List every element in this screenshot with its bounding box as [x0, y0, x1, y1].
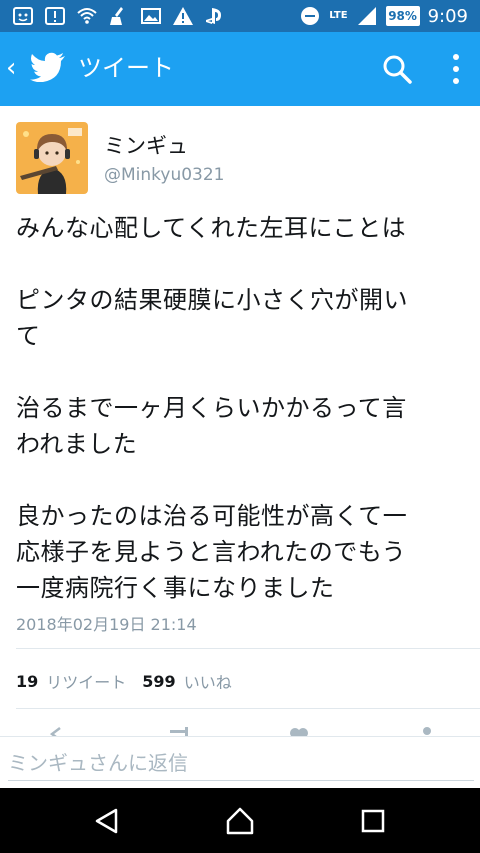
retweet-label[interactable]: リツイート	[46, 669, 126, 693]
heart-icon[interactable]	[288, 726, 310, 736]
status-bar: LTE 98% 9:09	[0, 0, 480, 32]
display-name[interactable]: ミンギュ	[104, 130, 188, 160]
lte-indicator: LTE	[329, 10, 348, 21]
nav-back-icon[interactable]	[92, 806, 122, 836]
alert-notification-icon	[44, 5, 66, 27]
do-not-disturb-icon	[299, 5, 321, 27]
tweet-timestamp: 2018年02月19日 21:14	[16, 615, 197, 634]
like-label[interactable]: いいね	[184, 669, 232, 693]
tweet-actions	[0, 722, 480, 736]
status-notifications	[12, 5, 226, 27]
reply-bar	[0, 736, 480, 788]
share-icon[interactable]	[412, 726, 434, 736]
nav-recents-icon[interactable]	[358, 806, 388, 836]
status-system: LTE 98% 9:09	[299, 4, 468, 28]
navigation-bar	[0, 788, 480, 853]
more-options-icon[interactable]	[446, 52, 466, 86]
reply-icon[interactable]	[49, 726, 72, 736]
clock: 9:09	[427, 5, 468, 27]
search-icon[interactable]	[382, 54, 412, 84]
twitter-bird-icon[interactable]	[30, 52, 66, 84]
cleaner-icon	[108, 5, 130, 27]
retweet-icon[interactable]	[168, 726, 190, 736]
divider	[16, 648, 480, 649]
user-handle[interactable]: @Minkyu0321	[104, 165, 225, 185]
signal-icon	[356, 5, 378, 27]
messenger-notification-icon	[12, 5, 34, 27]
nav-home-icon[interactable]	[225, 806, 255, 836]
playstation-icon	[204, 5, 226, 27]
divider	[16, 708, 480, 709]
wifi-icon	[76, 5, 98, 27]
like-count[interactable]: 599	[142, 672, 175, 691]
app-bar: ‹ ツイート	[0, 32, 480, 106]
gallery-icon	[140, 5, 162, 27]
tweet-stats: 19 リツイート 599 いいね	[16, 669, 248, 693]
retweet-count[interactable]: 19	[16, 672, 38, 691]
reply-input[interactable]	[8, 745, 474, 781]
warning-icon	[172, 5, 194, 27]
page-title: ツイート	[78, 54, 174, 82]
avatar[interactable]	[16, 122, 88, 194]
back-chevron-icon[interactable]: ‹	[6, 52, 22, 84]
tweet-text: みんな心配してくれた左耳にことは ピンタの結果硬膜に小さく穴が開い て 治るまで…	[16, 214, 408, 602]
battery-indicator: 98%	[385, 6, 420, 26]
